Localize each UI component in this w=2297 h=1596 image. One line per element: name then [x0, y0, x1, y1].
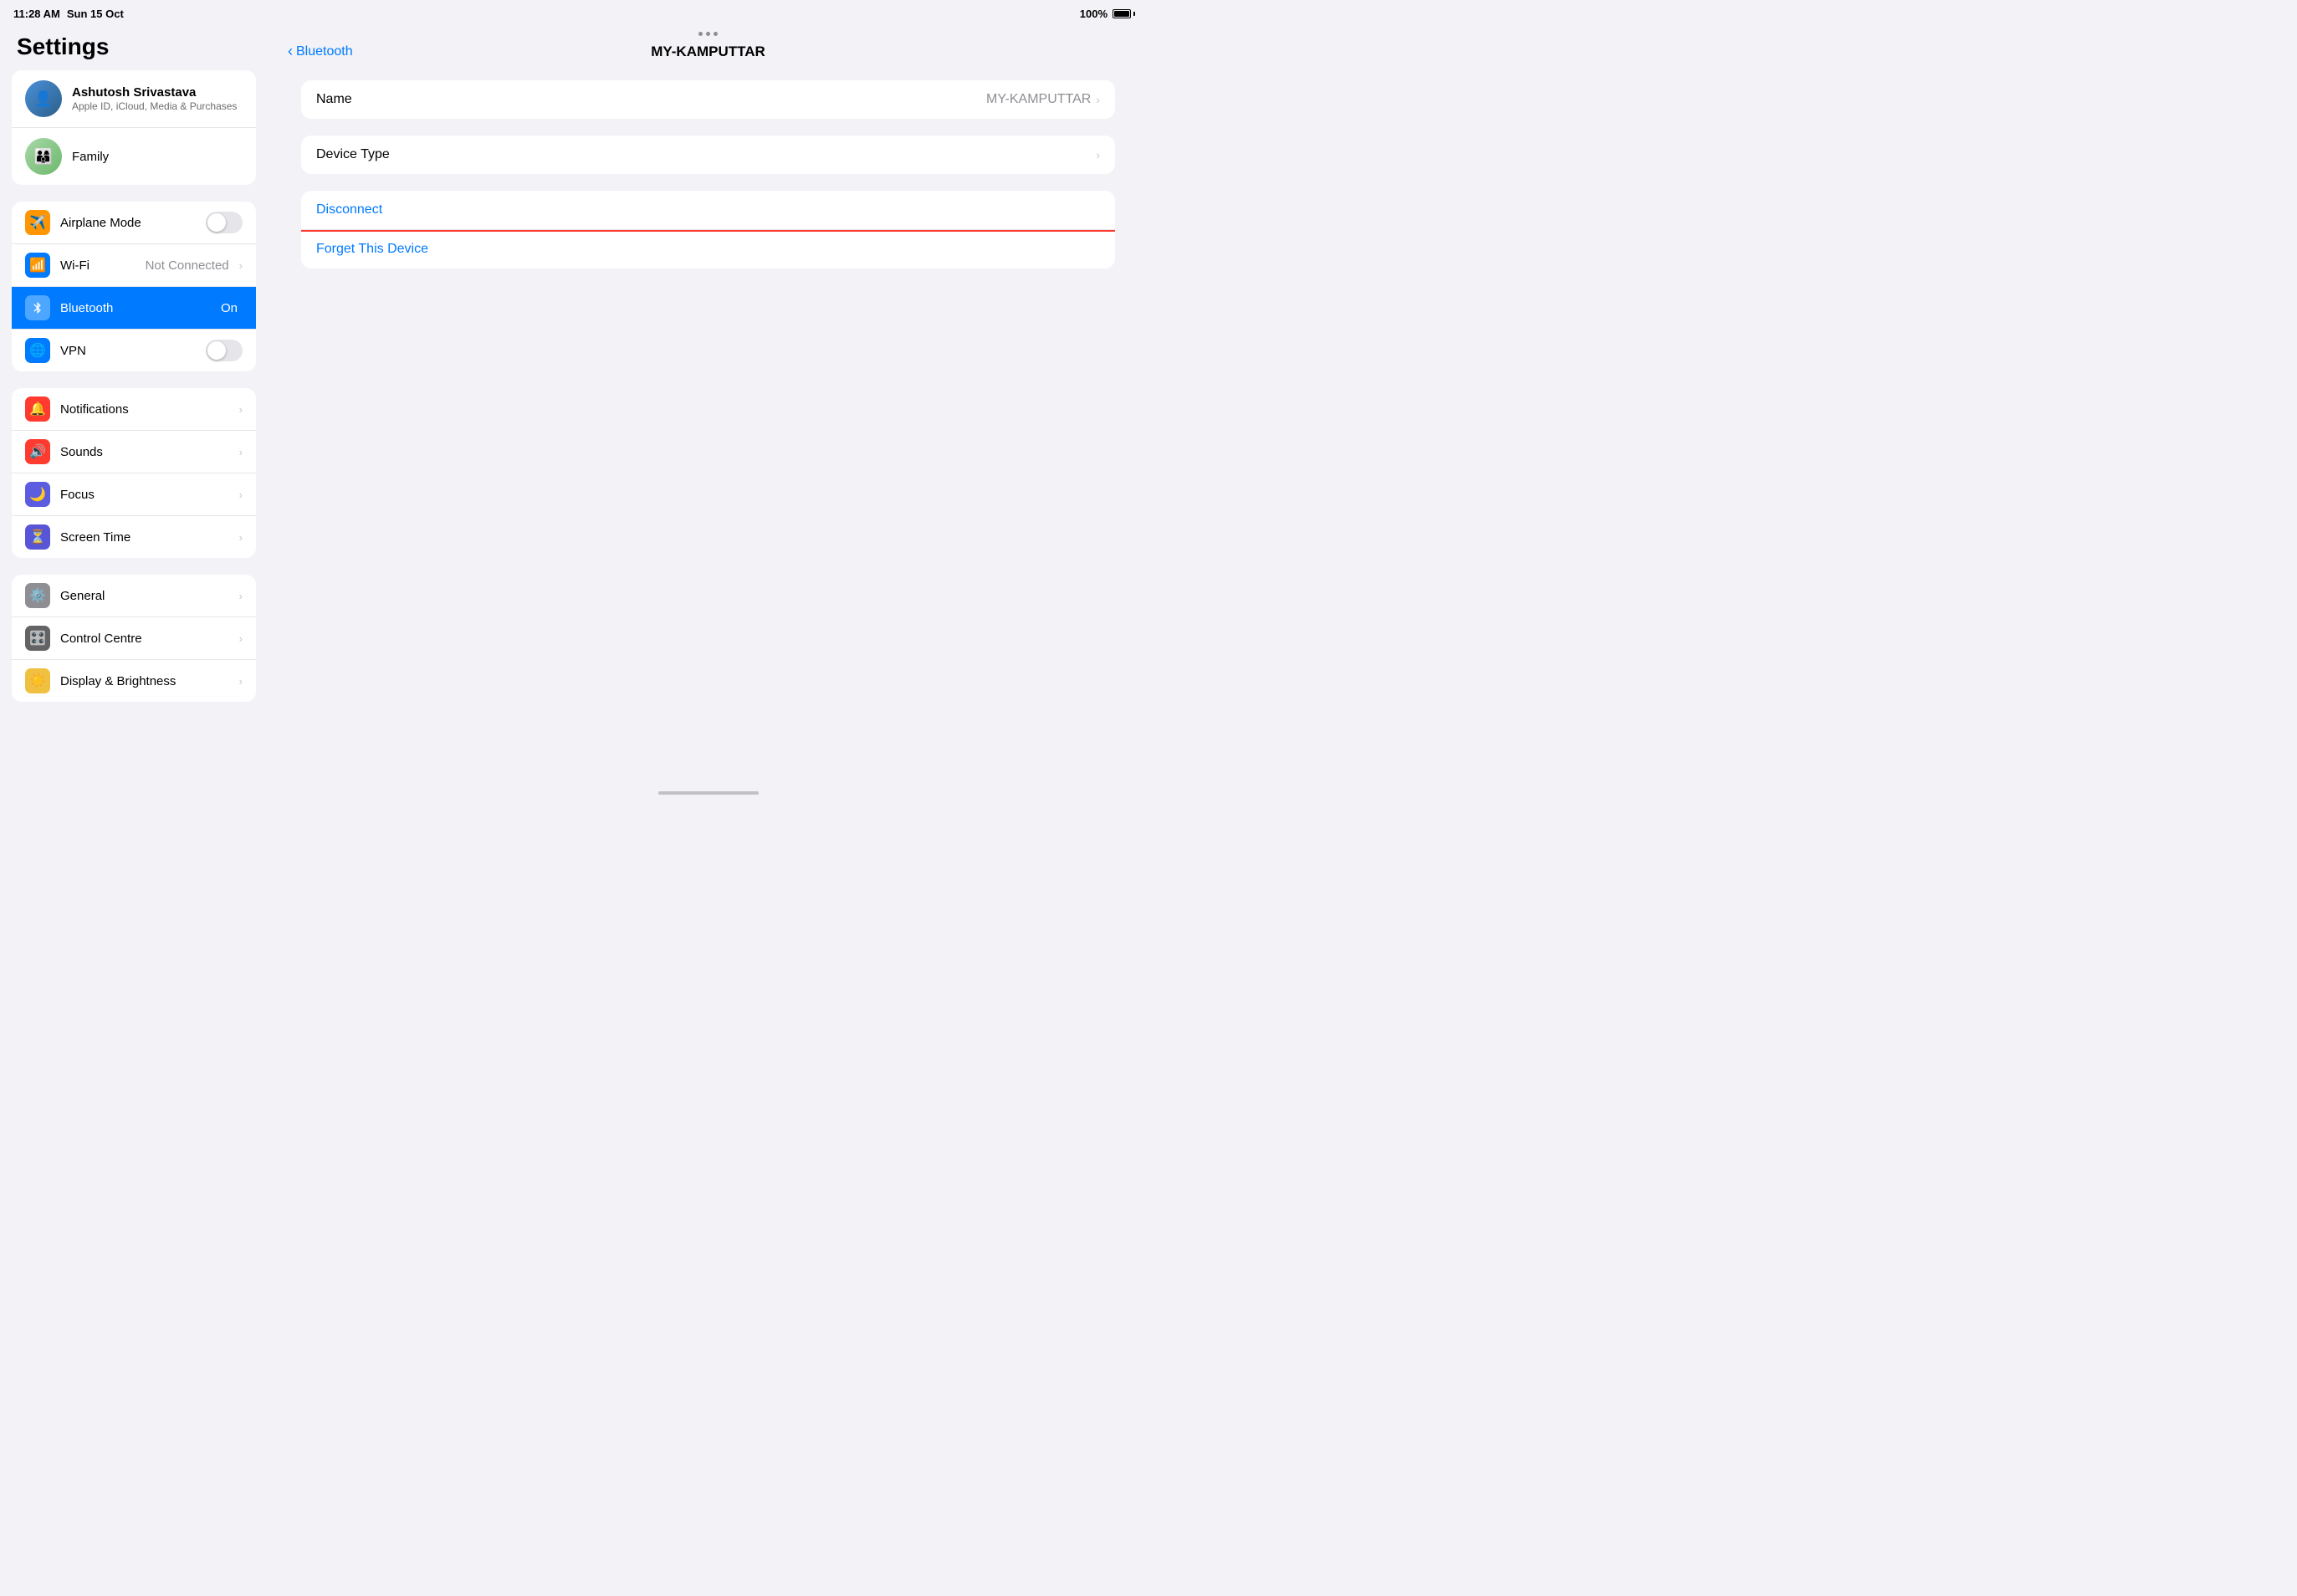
home-indicator [268, 785, 1148, 798]
notifications-chevron: › [239, 403, 243, 416]
main-layout: Settings 👤 Ashutosh Srivastava Apple ID,… [0, 27, 1148, 798]
top-dots [268, 27, 1148, 36]
sidebar-title: Settings [0, 27, 268, 70]
profile-section: 👤 Ashutosh Srivastava Apple ID, iCloud, … [12, 70, 256, 185]
sidebar-item-general[interactable]: ⚙️ General › [12, 575, 256, 617]
right-header: ‹ Bluetooth MY-KAMPUTTAR [268, 36, 1148, 67]
wifi-icon: 📶 [25, 253, 50, 278]
general-chevron: › [239, 590, 243, 602]
sounds-chevron: › [239, 446, 243, 458]
forget-device-button[interactable]: Forget This Device [301, 230, 1115, 269]
name-card: Name MY-KAMPUTTAR › [301, 80, 1115, 119]
name-value: MY-KAMPUTTAR [986, 92, 1091, 107]
right-panel: ‹ Bluetooth MY-KAMPUTTAR Name MY-KAMPUTT… [268, 27, 1148, 798]
name-label: Name [316, 92, 986, 107]
wifi-value: Not Connected [146, 258, 229, 273]
control-centre-chevron: › [239, 632, 243, 645]
family-label: Family [72, 150, 109, 164]
display-brightness-label: Display & Brightness [60, 674, 234, 688]
airplane-mode-toggle[interactable] [206, 212, 243, 233]
sidebar-item-airplane-mode[interactable]: ✈️ Airplane Mode [12, 202, 256, 244]
back-chevron-icon: ‹ [288, 43, 293, 60]
screen-time-icon: ⏳ [25, 524, 50, 550]
vpn-icon: 🌐 [25, 338, 50, 363]
profile-info: Ashutosh Srivastava Apple ID, iCloud, Me… [72, 85, 237, 112]
battery-icon [1113, 9, 1135, 18]
profile-subtitle: Apple ID, iCloud, Media & Purchases [72, 100, 237, 112]
family-avatar: 👨‍👩‍👦 [25, 138, 62, 175]
vpn-toggle[interactable] [206, 340, 243, 361]
bluetooth-value: On [221, 301, 238, 315]
notifications-section: 🔔 Notifications › 🔊 Sounds › 🌙 Focus › ⏳… [12, 388, 256, 558]
notifications-label: Notifications [60, 402, 234, 417]
sidebar-item-screen-time[interactable]: ⏳ Screen Time › [12, 516, 256, 558]
bluetooth-icon [25, 295, 50, 320]
name-item[interactable]: Name MY-KAMPUTTAR › [301, 80, 1115, 119]
airplane-mode-icon: ✈️ [25, 210, 50, 235]
general-section: ⚙️ General › 🎛️ Control Centre › ☀️ Disp… [12, 575, 256, 702]
back-button[interactable]: ‹ Bluetooth [288, 43, 353, 60]
device-type-item[interactable]: Device Type › [301, 136, 1115, 174]
device-title: MY-KAMPUTTAR [651, 43, 765, 60]
sidebar-item-display-brightness[interactable]: ☀️ Display & Brightness › [12, 660, 256, 702]
sidebar-item-bluetooth[interactable]: Bluetooth On [12, 287, 256, 330]
screen-time-label: Screen Time [60, 530, 234, 545]
back-label: Bluetooth [296, 44, 353, 59]
focus-chevron: › [239, 489, 243, 501]
screen-time-chevron: › [239, 531, 243, 544]
sidebar-item-control-centre[interactable]: 🎛️ Control Centre › [12, 617, 256, 660]
right-content: Name MY-KAMPUTTAR › Device Type › Discon… [268, 67, 1148, 785]
device-type-chevron-icon: › [1096, 148, 1100, 161]
network-section: ✈️ Airplane Mode 📶 Wi-Fi Not Connected › [12, 202, 256, 371]
status-right: 100% [1080, 8, 1135, 20]
forget-label: Forget This Device [316, 242, 428, 257]
display-brightness-chevron: › [239, 675, 243, 688]
actions-card: Disconnect Forget This Device [301, 191, 1115, 269]
avatar: 👤 [25, 80, 62, 117]
notifications-icon: 🔔 [25, 396, 50, 422]
home-bar [658, 791, 759, 795]
sidebar: Settings 👤 Ashutosh Srivastava Apple ID,… [0, 27, 268, 798]
sidebar-item-vpn[interactable]: 🌐 VPN [12, 330, 256, 371]
disconnect-button[interactable]: Disconnect [301, 191, 1115, 230]
focus-label: Focus [60, 488, 234, 502]
profile-item[interactable]: 👤 Ashutosh Srivastava Apple ID, iCloud, … [12, 70, 256, 128]
sounds-label: Sounds [60, 445, 234, 459]
battery-percent: 100% [1080, 8, 1108, 20]
device-type-label: Device Type [316, 147, 1096, 162]
general-label: General [60, 589, 234, 603]
status-time: 11:28 AM [13, 8, 60, 20]
control-centre-label: Control Centre [60, 632, 234, 646]
profile-name: Ashutosh Srivastava [72, 85, 237, 100]
control-centre-icon: 🎛️ [25, 626, 50, 651]
wifi-label: Wi-Fi [60, 258, 146, 273]
disconnect-label: Disconnect [316, 202, 382, 217]
vpn-label: VPN [60, 344, 206, 358]
general-icon: ⚙️ [25, 583, 50, 608]
sidebar-item-notifications[interactable]: 🔔 Notifications › [12, 388, 256, 431]
airplane-mode-label: Airplane Mode [60, 216, 206, 230]
sidebar-item-sounds[interactable]: 🔊 Sounds › [12, 431, 256, 473]
display-brightness-icon: ☀️ [25, 668, 50, 693]
focus-icon: 🌙 [25, 482, 50, 507]
sidebar-item-focus[interactable]: 🌙 Focus › [12, 473, 256, 516]
status-bar: 11:28 AM Sun 15 Oct 100% [0, 0, 1148, 27]
name-chevron-icon: › [1096, 93, 1100, 106]
status-date: Sun 15 Oct [67, 8, 124, 20]
device-type-card: Device Type › [301, 136, 1115, 174]
bluetooth-label: Bluetooth [60, 301, 221, 315]
wifi-chevron: › [239, 259, 243, 272]
sidebar-item-wifi[interactable]: 📶 Wi-Fi Not Connected › [12, 244, 256, 287]
family-item[interactable]: 👨‍👩‍👦 Family [12, 128, 256, 185]
sounds-icon: 🔊 [25, 439, 50, 464]
